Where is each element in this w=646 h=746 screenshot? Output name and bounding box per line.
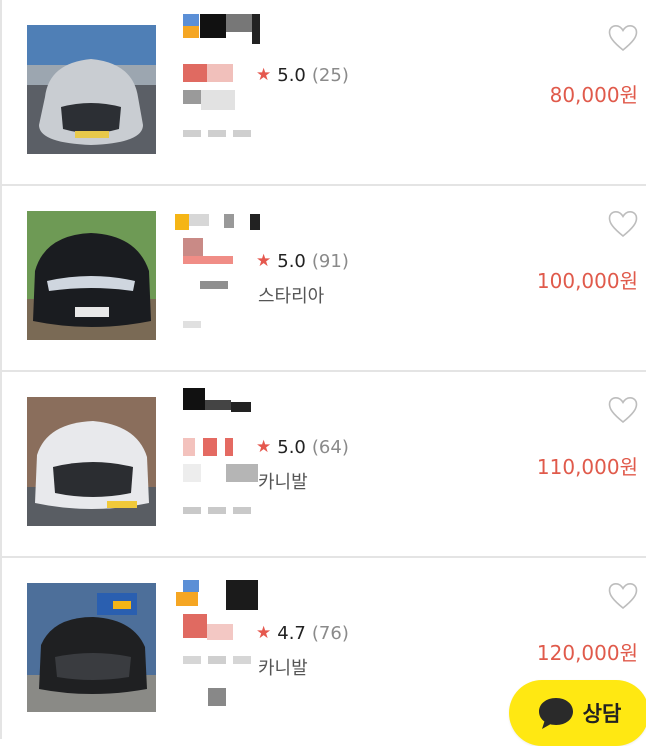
- rating-score: 5.0: [277, 250, 306, 272]
- chat-button-label: 상담: [582, 702, 622, 726]
- list-item[interactable]: ★ 5.0 (25) 80,000원: [0, 0, 646, 185]
- rating: ★ 5.0 (25): [256, 63, 349, 87]
- rating: ★ 5.0 (64): [256, 435, 349, 459]
- car-photo: [27, 211, 156, 340]
- car-model: 카니발: [258, 658, 308, 679]
- rating-score: 4.7: [277, 622, 306, 644]
- star-icon: ★: [256, 64, 272, 85]
- car-model: 스타리아: [258, 286, 325, 307]
- review-count: (25): [311, 64, 349, 86]
- star-icon: ★: [256, 436, 272, 457]
- car-photo: [27, 397, 156, 526]
- star-icon: ★: [256, 250, 272, 271]
- list-item[interactable]: ★ 5.0 (64) 카니발 110,000원: [0, 372, 646, 557]
- rating: ★ 4.7 (76): [256, 621, 349, 645]
- review-count: (64): [311, 436, 349, 458]
- price: 110,000원: [536, 455, 638, 479]
- car-model: 카니발: [258, 472, 308, 493]
- car-photo: [27, 583, 156, 712]
- review-count: (76): [311, 622, 349, 644]
- chat-consult-button[interactable]: 상담: [509, 680, 646, 746]
- heart-outline-icon[interactable]: [608, 24, 638, 52]
- price: 120,000원: [536, 641, 638, 665]
- review-count: (91): [311, 250, 349, 272]
- heart-outline-icon[interactable]: [608, 396, 638, 424]
- price: 80,000원: [549, 83, 638, 107]
- list-item[interactable]: ★ 5.0 (91) 스타리아 100,000원: [0, 186, 646, 371]
- heart-outline-icon[interactable]: [608, 582, 638, 610]
- rating: ★ 5.0 (91): [256, 249, 349, 273]
- chat-bubble-icon: [538, 698, 573, 729]
- price: 100,000원: [536, 269, 638, 293]
- star-icon: ★: [256, 622, 272, 643]
- heart-outline-icon[interactable]: [608, 210, 638, 238]
- car-photo: [27, 25, 156, 154]
- rating-score: 5.0: [277, 64, 306, 86]
- rating-score: 5.0: [277, 436, 306, 458]
